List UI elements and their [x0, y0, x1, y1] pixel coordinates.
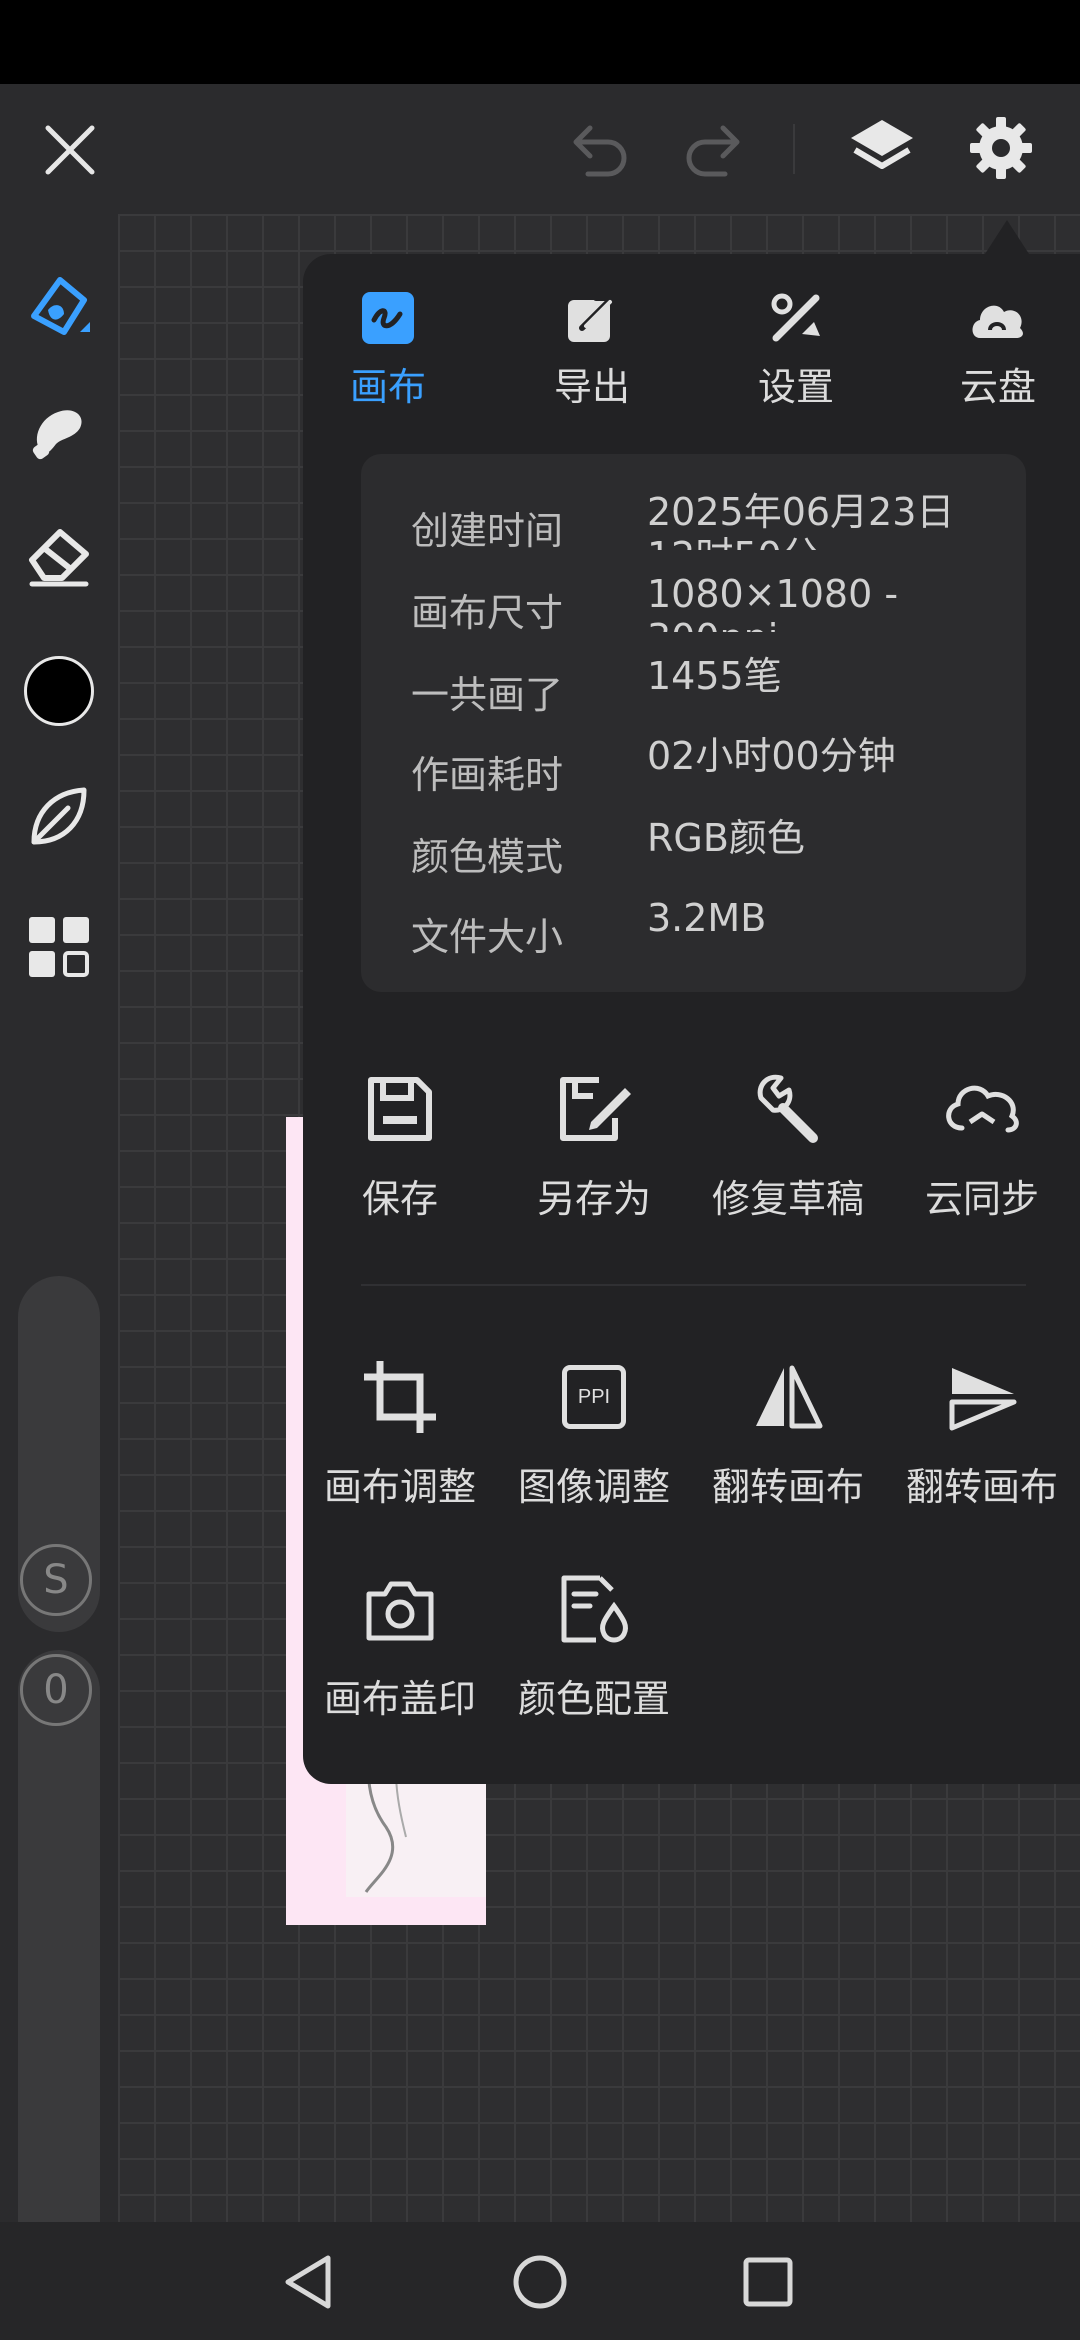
opacity-slider-knob[interactable]: 0 [20, 1654, 92, 1726]
wrench-icon [743, 1064, 833, 1154]
grid-icon[interactable] [18, 906, 100, 988]
opacity-knob-label: 0 [43, 1667, 69, 1713]
info-value: 3.2MB [647, 896, 767, 940]
status-bar [0, 0, 1080, 84]
save-as-icon [549, 1064, 639, 1154]
cloud-sync-icon [937, 1064, 1027, 1154]
tab-canvas[interactable]: 画布 [313, 286, 463, 416]
info-row-duration: 作画耗时 02小时00分钟 [411, 734, 1011, 804]
tab-export[interactable]: 导出 [517, 286, 667, 416]
eraser-icon[interactable] [18, 516, 100, 598]
action-label: 颜色配置 [517, 1677, 670, 1721]
action-label: 修复草稿 [711, 1177, 864, 1221]
smudge-icon[interactable] [18, 390, 100, 472]
size-knob-label: S [43, 1557, 69, 1603]
flip-vertical-icon [937, 1352, 1027, 1442]
action-label: 翻转画布 [711, 1465, 864, 1509]
action-label: 云同步 [924, 1177, 1039, 1221]
ppi-badge: PPI [562, 1365, 626, 1429]
toolbar-divider [793, 124, 795, 174]
redo-icon[interactable] [676, 114, 748, 186]
info-label: 创建时间 [411, 509, 564, 553]
tab-label: 导出 [553, 365, 630, 409]
panel-pointer [985, 220, 1029, 254]
crop-icon [355, 1352, 445, 1442]
canvas-stamp-button[interactable]: 画布盖印 [303, 1564, 497, 1723]
flip-horizontal-button[interactable]: 翻转画布 [691, 1352, 885, 1511]
action-label: 另存为 [536, 1177, 651, 1221]
flip-vertical-button[interactable]: 翻转画布 [885, 1352, 1079, 1511]
tab-label: 云盘 [959, 365, 1036, 409]
info-value: RGB颜色 [647, 816, 805, 860]
repair-draft-button[interactable]: 修复草稿 [691, 1064, 885, 1223]
canvas-adjust-button[interactable]: 画布调整 [303, 1352, 497, 1511]
tab-label: 设置 [757, 365, 834, 409]
export-icon [560, 286, 624, 350]
action-label: 画布调整 [323, 1465, 476, 1509]
info-label: 颜色模式 [411, 835, 564, 879]
back-icon[interactable] [268, 2242, 348, 2322]
home-icon[interactable] [500, 2242, 580, 2322]
image-adjust-button[interactable]: PPI 图像调整 [497, 1352, 691, 1511]
info-value: 02小时00分钟 [647, 734, 896, 778]
system-nav-bar [0, 2222, 1080, 2340]
action-label: 保存 [361, 1177, 438, 1221]
info-value: 1455笔 [647, 654, 782, 698]
action-label: 画布盖印 [323, 1677, 476, 1721]
layers-icon[interactable] [844, 110, 920, 186]
info-row-strokes: 一共画了 1455笔 [411, 654, 1011, 724]
size-slider-knob[interactable]: S [20, 1544, 92, 1616]
canvas-icon [356, 286, 420, 350]
save-button[interactable]: 保存 [303, 1064, 497, 1223]
save-as-button[interactable]: 另存为 [497, 1064, 691, 1223]
flip-horizontal-icon [743, 1352, 833, 1442]
ppi-icon: PPI [549, 1352, 639, 1442]
tool-sidebar: S 0 [0, 214, 118, 2274]
color-profile-icon [549, 1564, 639, 1654]
info-label: 一共画了 [411, 673, 564, 717]
color-swatch[interactable] [18, 650, 100, 732]
tab-label: 画布 [349, 365, 426, 409]
brush-icon[interactable] [18, 264, 100, 346]
info-row-created: 创建时间 2025年06月23日 12时50分 [411, 490, 1011, 560]
tab-settings[interactable]: 设置 [721, 286, 871, 416]
top-toolbar [0, 84, 1080, 214]
camera-icon [355, 1564, 445, 1654]
settings-icon[interactable] [963, 110, 1039, 186]
cloud-drive-icon [966, 286, 1030, 350]
action-label: 图像调整 [517, 1465, 670, 1509]
action-label: 翻转画布 [905, 1465, 1058, 1509]
cloud-sync-button[interactable]: 云同步 [885, 1064, 1079, 1223]
info-row-color-mode: 颜色模式 RGB颜色 [411, 816, 1011, 886]
info-row-canvas-size: 画布尺寸 1080×1080 - 300ppi [411, 572, 1011, 642]
info-label: 作画耗时 [411, 753, 564, 797]
brush-size-slider[interactable]: S [18, 1276, 100, 1632]
info-row-file-size: 文件大小 3.2MB [411, 896, 1011, 966]
tab-cloud-drive[interactable]: 云盘 [923, 286, 1073, 416]
canvas-info-box: 创建时间 2025年06月23日 12时50分 画布尺寸 1080×1080 -… [361, 454, 1026, 992]
leaf-icon[interactable] [18, 776, 100, 858]
undo-icon[interactable] [565, 114, 637, 186]
info-label: 画布尺寸 [411, 591, 564, 635]
info-value: 2025年06月23日 12时50分 [647, 490, 955, 550]
opacity-slider[interactable]: 0 [18, 1650, 100, 2274]
tools-icon [764, 286, 828, 350]
close-icon[interactable] [34, 114, 106, 186]
section-divider [361, 1284, 1026, 1286]
recents-icon[interactable] [728, 2242, 808, 2322]
save-icon [355, 1064, 445, 1154]
info-value: 1080×1080 - 300ppi [647, 572, 899, 632]
color-profile-button[interactable]: 颜色配置 [497, 1564, 691, 1723]
settings-panel: 画布 导出 设置 云盘 创建时间 2025年06月23日 12时50分 画布尺寸… [303, 254, 1080, 1784]
info-label: 文件大小 [411, 915, 564, 959]
